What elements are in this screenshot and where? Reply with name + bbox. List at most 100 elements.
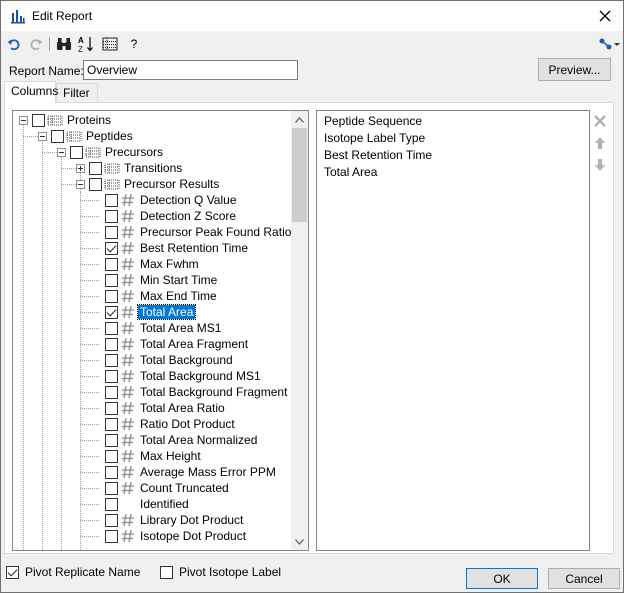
tree-node[interactable]: Count Truncated bbox=[105, 480, 231, 496]
pivot-replicate-option[interactable]: Pivot Replicate Name bbox=[6, 565, 140, 579]
tree-node[interactable]: Precursor Peak Found Ratio bbox=[105, 224, 292, 240]
tab-filter[interactable]: Filter bbox=[56, 83, 98, 103]
tree-guide-line bbox=[42, 152, 57, 153]
tree-node-checkbox[interactable] bbox=[105, 305, 118, 319]
tree-guide-line bbox=[80, 264, 99, 265]
tree-node[interactable]: Peptides bbox=[38, 128, 135, 144]
tree-node-checkbox[interactable] bbox=[89, 161, 102, 175]
tree-node-checkbox[interactable] bbox=[105, 449, 118, 463]
tree-node[interactable]: Max End Time bbox=[105, 288, 219, 304]
pivot-isotope-checkbox[interactable] bbox=[160, 565, 173, 579]
tree-node-checkbox[interactable] bbox=[105, 385, 118, 399]
tree-node-checkbox[interactable] bbox=[105, 401, 118, 415]
tree-node-checkbox[interactable] bbox=[105, 257, 118, 271]
remove-x-icon[interactable] bbox=[593, 114, 607, 128]
tab-columns[interactable]: Columns bbox=[4, 81, 58, 103]
tree-node-checkbox[interactable] bbox=[105, 465, 118, 479]
preview-button[interactable]: Preview... bbox=[538, 58, 611, 81]
tree-vertical-scrollbar[interactable] bbox=[291, 111, 308, 550]
tree-node[interactable]: Proteins bbox=[19, 112, 113, 128]
tree-node[interactable]: Precursors bbox=[57, 144, 165, 160]
tree-node[interactable]: Identified bbox=[105, 496, 191, 512]
tree-node[interactable]: Total Area Fragment bbox=[105, 336, 250, 352]
tree-node[interactable]: Precursor Results bbox=[76, 176, 221, 192]
tree-node-checkbox[interactable] bbox=[105, 433, 118, 447]
tree-node-checkbox[interactable] bbox=[105, 513, 118, 527]
tree-node-label: Precursor Peak Found Ratio bbox=[140, 225, 292, 239]
list-item[interactable]: Peptide Sequence bbox=[324, 114, 422, 131]
tree-node-checkbox[interactable] bbox=[51, 129, 64, 143]
report-name-input[interactable] bbox=[83, 60, 298, 80]
pivot-isotope-option[interactable]: Pivot Isotope Label bbox=[160, 565, 281, 579]
tree-node[interactable]: Total Background Fragment bbox=[105, 384, 289, 400]
tree-node-checkbox[interactable] bbox=[32, 113, 45, 127]
tree-node-checkbox[interactable] bbox=[105, 209, 118, 223]
tree-node-checkbox[interactable] bbox=[89, 177, 102, 191]
hash-icon bbox=[122, 209, 134, 223]
tree-node[interactable]: Max Height bbox=[105, 448, 203, 464]
tree-node[interactable]: Total Area Normalized bbox=[105, 432, 259, 448]
tree-node-checkbox[interactable] bbox=[105, 337, 118, 351]
tree-node-checkbox[interactable] bbox=[105, 273, 118, 287]
tree-node-label: Identified bbox=[140, 497, 189, 511]
tree-node[interactable]: Best Retention Time bbox=[105, 240, 250, 256]
tree-node-label: Total Background bbox=[140, 353, 233, 367]
help-question-icon[interactable]: ? bbox=[125, 35, 143, 53]
collapse-minus-icon[interactable] bbox=[57, 147, 66, 157]
find-binoculars-icon[interactable] bbox=[55, 35, 73, 53]
tree-node[interactable]: Total Area MS1 bbox=[105, 320, 223, 336]
tree-node-checkbox[interactable] bbox=[105, 225, 118, 239]
tree-node-checkbox[interactable] bbox=[105, 417, 118, 431]
tree-node[interactable]: Average Mass Error PPM bbox=[105, 464, 278, 480]
grid-view-icon[interactable] bbox=[101, 35, 119, 53]
tree-node[interactable]: Total Background bbox=[105, 352, 235, 368]
cancel-button[interactable]: Cancel bbox=[548, 568, 620, 589]
collapse-minus-icon[interactable] bbox=[19, 115, 28, 125]
tree-node-checkbox[interactable] bbox=[105, 481, 118, 495]
scroll-thumb[interactable] bbox=[292, 128, 307, 222]
ok-button[interactable]: OK bbox=[466, 568, 538, 589]
tree-node-checkbox[interactable] bbox=[70, 145, 83, 159]
tree-node-checkbox[interactable] bbox=[105, 321, 118, 335]
move-up-icon[interactable] bbox=[593, 136, 607, 150]
tree-node-checkbox[interactable] bbox=[105, 241, 118, 255]
scroll-down-arrow-icon[interactable] bbox=[291, 533, 308, 550]
tree-node-checkbox[interactable] bbox=[105, 497, 118, 511]
tree-node[interactable]: Total Area Ratio bbox=[105, 400, 227, 416]
list-item[interactable]: Isotope Label Type bbox=[324, 131, 425, 148]
expand-plus-icon[interactable] bbox=[76, 163, 85, 173]
tree-node[interactable]: Library Dot Product bbox=[105, 512, 245, 528]
tree-node-checkbox[interactable] bbox=[105, 193, 118, 207]
tree-node[interactable]: Ratio Dot Product bbox=[105, 416, 237, 432]
list-item[interactable]: Total Area bbox=[324, 165, 377, 182]
tree-node-checkbox[interactable] bbox=[105, 369, 118, 383]
tree-node-checkbox[interactable] bbox=[105, 529, 118, 543]
scroll-up-arrow-icon[interactable] bbox=[291, 111, 308, 128]
tree-rows: Proteins Peptides Precursors Transitions Pre… bbox=[13, 111, 292, 550]
pivot-replicate-checkbox[interactable] bbox=[6, 565, 19, 579]
tree-node-checkbox[interactable] bbox=[105, 353, 118, 367]
tree-guide-line bbox=[80, 248, 99, 249]
tree-guide-line bbox=[61, 152, 62, 550]
collapse-minus-icon[interactable] bbox=[38, 131, 47, 141]
tree-node-label: Transitions bbox=[124, 161, 183, 175]
selected-columns-list[interactable]: Peptide Sequence Isotope Label Type Best… bbox=[316, 110, 590, 551]
tree-node-checkbox[interactable] bbox=[105, 289, 118, 303]
tree-node[interactable]: Detection Q Value bbox=[105, 192, 239, 208]
share-dropdown-icon[interactable] bbox=[598, 35, 620, 53]
tree-node[interactable]: Max Fwhm bbox=[105, 256, 201, 272]
move-down-icon[interactable] bbox=[593, 158, 607, 172]
collapse-minus-icon[interactable] bbox=[76, 179, 85, 189]
list-item[interactable]: Best Retention Time bbox=[324, 148, 432, 165]
tree-node[interactable]: Isotope Dot Product bbox=[105, 528, 248, 544]
close-icon[interactable] bbox=[595, 6, 615, 26]
tree-node[interactable]: Detection Z Score bbox=[105, 208, 238, 224]
tree-node[interactable]: Transitions bbox=[76, 160, 184, 176]
undo-icon[interactable] bbox=[5, 35, 23, 53]
redo-icon[interactable] bbox=[27, 35, 45, 53]
tree-node[interactable]: Min Start Time bbox=[105, 272, 219, 288]
tree-node[interactable]: Total Background MS1 bbox=[105, 368, 263, 384]
tree-node-label: Precursors bbox=[105, 145, 164, 159]
tree-node[interactable]: Total Area bbox=[105, 304, 197, 320]
sort-az-icon[interactable]: AZ bbox=[77, 35, 95, 53]
